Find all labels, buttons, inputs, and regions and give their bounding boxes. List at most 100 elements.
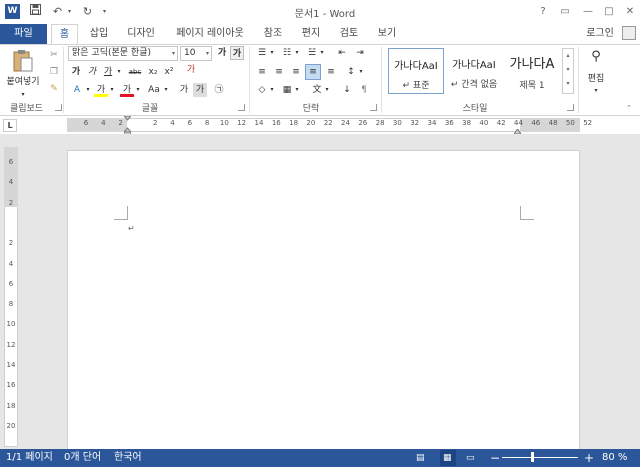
page-count[interactable]: 1/1 페이지: [6, 449, 53, 467]
cut-icon[interactable]: ✂: [47, 48, 61, 62]
sort-icon[interactable]: ↓: [340, 83, 354, 97]
underline-button[interactable]: 가: [102, 65, 114, 79]
numbering-dropdown-icon[interactable]: ▾: [293, 46, 301, 60]
format-painter-icon[interactable]: ✎: [47, 82, 61, 96]
enclose-char-button[interactable]: ㉠: [212, 83, 226, 97]
asian-layout-icon[interactable]: 文: [310, 83, 324, 97]
grow-font-button[interactable]: 가: [215, 46, 229, 60]
font-color-dropdown-icon[interactable]: ▾: [134, 83, 142, 97]
strikethrough-button[interactable]: abc: [126, 65, 144, 79]
save-icon[interactable]: [28, 4, 43, 19]
shading-dropdown-icon[interactable]: ▾: [268, 83, 276, 97]
indent-marker[interactable]: [122, 115, 133, 137]
language-indicator[interactable]: 한국어: [114, 449, 142, 467]
tab-home[interactable]: 홈: [51, 24, 78, 45]
underline-dropdown-icon[interactable]: ▾: [115, 65, 123, 79]
customize-qat-icon[interactable]: ▾: [97, 4, 112, 19]
tab-layout[interactable]: 페이지 레이아웃: [170, 24, 250, 44]
highlight-dropdown-icon[interactable]: ▾: [108, 83, 116, 97]
clear-format-button[interactable]: 가: [184, 63, 198, 77]
styles-scroll[interactable]: ▴ ▾ ▾: [562, 48, 574, 94]
tab-insert[interactable]: 삽입: [84, 24, 114, 44]
tab-review[interactable]: 검토: [334, 24, 364, 44]
redo-icon[interactable]: ↻: [80, 4, 95, 19]
more-styles-icon[interactable]: ▾: [563, 77, 573, 91]
show-marks-icon[interactable]: ¶: [357, 83, 371, 97]
tab-design[interactable]: 디자인: [122, 24, 160, 44]
web-layout-icon[interactable]: ▭: [466, 449, 475, 467]
paste-icon[interactable]: [12, 49, 34, 73]
paragraph-mark[interactable]: ↵: [128, 224, 135, 233]
text-effects-dropdown-icon[interactable]: ▾: [84, 83, 92, 97]
borders-dropdown-icon[interactable]: ▾: [293, 83, 301, 97]
tab-mailings[interactable]: 편지: [296, 24, 326, 44]
shrink-font-button[interactable]: 가: [230, 46, 244, 60]
collapse-ribbon-icon[interactable]: ⌃: [626, 104, 636, 112]
borders-icon[interactable]: ▦: [280, 83, 294, 97]
ribbon-display-button[interactable]: ▭: [555, 4, 575, 19]
paste-button[interactable]: 붙여넣기: [2, 75, 44, 89]
paste-dropdown-icon[interactable]: ▾: [18, 88, 28, 102]
change-case-dropdown-icon[interactable]: ▾: [162, 83, 170, 97]
styles-launcher-icon[interactable]: [567, 104, 574, 111]
decrease-indent-icon[interactable]: ⇤: [335, 46, 349, 60]
sign-in-link[interactable]: 로그인: [580, 24, 620, 44]
zoom-out-button[interactable]: −: [490, 449, 500, 467]
line-spacing-dropdown-icon[interactable]: ▾: [357, 65, 365, 79]
maximize-button[interactable]: □: [599, 4, 619, 19]
align-right-icon[interactable]: ≡: [289, 65, 303, 79]
superscript-button[interactable]: x²: [162, 65, 176, 79]
tab-selector[interactable]: L: [3, 119, 17, 132]
font-size-select[interactable]: 10 ▾: [180, 46, 212, 61]
style-no-spacing[interactable]: 가나다AaI ↵ 간격 없음: [446, 48, 502, 94]
text-effects-icon[interactable]: A: [70, 83, 84, 97]
paragraph-launcher-icon[interactable]: [370, 104, 377, 111]
read-mode-icon[interactable]: ▤: [416, 449, 425, 467]
word-count[interactable]: 0개 단어: [64, 449, 101, 467]
font-name-select[interactable]: 맑은 고딕(본문 한글) ▾: [68, 46, 178, 61]
zoom-in-button[interactable]: +: [584, 449, 594, 467]
zoom-level[interactable]: 80 %: [602, 449, 627, 467]
subscript-button[interactable]: x₂: [146, 65, 160, 79]
change-case-button[interactable]: Aa: [146, 83, 162, 97]
numbering-icon[interactable]: ☷: [280, 46, 294, 60]
bullets-dropdown-icon[interactable]: ▾: [268, 46, 276, 60]
style-normal[interactable]: 가나다AaI ↵ 표준: [388, 48, 444, 94]
char-shading-button[interactable]: 가: [193, 83, 207, 97]
undo-dropdown-icon[interactable]: ▾: [62, 4, 77, 19]
close-button[interactable]: ✕: [620, 4, 640, 19]
increase-indent-icon[interactable]: ⇥: [353, 46, 367, 60]
help-button[interactable]: ?: [533, 4, 553, 19]
align-left-icon[interactable]: ≡: [255, 65, 269, 79]
align-center-icon[interactable]: ≡: [272, 65, 286, 79]
distributed-icon[interactable]: ≡: [324, 65, 338, 79]
print-layout-icon[interactable]: ▦: [440, 450, 456, 466]
multilevel-list-icon[interactable]: ☱: [305, 46, 319, 60]
avatar-icon[interactable]: [622, 26, 636, 40]
style-heading-1[interactable]: 가나다A 제목 1: [504, 48, 560, 94]
asian-layout-dropdown-icon[interactable]: ▾: [323, 83, 331, 97]
bullets-icon[interactable]: ☰: [255, 46, 269, 60]
chevron-down-icon[interactable]: ▾: [563, 63, 573, 77]
tab-file[interactable]: 파일: [0, 24, 47, 44]
shading-icon[interactable]: ◇: [255, 83, 269, 97]
font-launcher-icon[interactable]: [238, 104, 245, 111]
document-page[interactable]: [67, 150, 580, 450]
minimize-button[interactable]: —: [578, 4, 598, 19]
editing-dropdown-icon[interactable]: ▾: [592, 84, 600, 98]
zoom-slider[interactable]: [502, 457, 578, 458]
enlarge-char-button[interactable]: 가: [177, 83, 191, 97]
justify-icon[interactable]: ≡: [305, 64, 321, 80]
zoom-slider-thumb[interactable]: [531, 452, 534, 462]
highlight-button[interactable]: 가: [94, 83, 108, 97]
tab-view[interactable]: 보기: [372, 24, 402, 44]
italic-button[interactable]: 가: [86, 65, 98, 79]
line-spacing-icon[interactable]: ↕: [344, 65, 358, 79]
copy-icon[interactable]: ❐: [47, 65, 61, 79]
tab-references[interactable]: 참조: [258, 24, 288, 44]
multilevel-dropdown-icon[interactable]: ▾: [318, 46, 326, 60]
font-color-button[interactable]: 가: [120, 83, 134, 97]
clipboard-launcher-icon[interactable]: [55, 104, 62, 111]
binoculars-icon[interactable]: ⚲: [586, 50, 606, 64]
bold-button[interactable]: 가: [70, 65, 82, 79]
